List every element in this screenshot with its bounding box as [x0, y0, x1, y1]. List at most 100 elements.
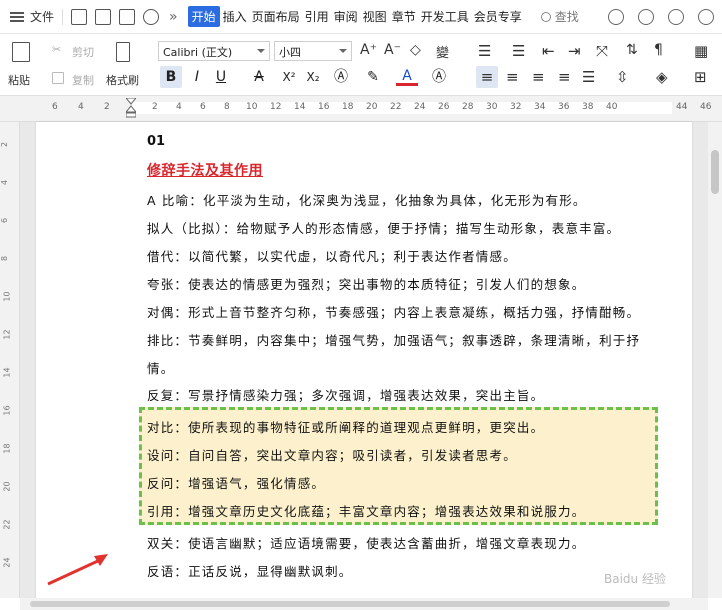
font-size-select[interactable]: 小四 [274, 41, 352, 61]
more-icon[interactable] [698, 9, 714, 25]
copy-button[interactable]: 复制 [72, 72, 94, 88]
ruler-number: 44 [676, 102, 688, 112]
pinyin-icon[interactable]: 變 [436, 42, 449, 61]
format-painter-button[interactable]: 格式刷 [106, 72, 139, 88]
format-painter-icon[interactable] [116, 42, 130, 62]
text-effect-icon[interactable]: Ⓐ [330, 66, 352, 88]
superscript-button[interactable]: X² [278, 66, 300, 88]
tab-member[interactable]: 会员专享 [472, 6, 524, 27]
save-icon[interactable] [71, 8, 88, 25]
tab-developer[interactable]: 开发工具 [419, 6, 471, 27]
user-icon[interactable] [638, 9, 654, 25]
font-color-button[interactable]: A [396, 66, 418, 86]
shading-icon[interactable]: ◈ [656, 68, 668, 86]
quick-access [71, 8, 160, 25]
justify-icon[interactable]: ≡ [558, 68, 571, 86]
vertical-ruler[interactable]: 2 4 6 8 10 12 14 16 18 20 22 24 [0, 122, 20, 598]
annotation-arrow-icon [47, 554, 108, 586]
ruler-number: 6 [200, 102, 206, 112]
menu-icon[interactable] [10, 11, 24, 22]
chinese-layout-icon[interactable]: ⤧ [596, 42, 608, 60]
clear-format-icon[interactable]: ◇ [410, 42, 421, 58]
document-canvas: 01 修辞手法及其作用 A 比喻：化平淡为生动，化深奥为浅显，化抽象为具体，化无… [20, 122, 708, 598]
align-left-icon[interactable]: ≡ [476, 66, 498, 88]
ruler-number: 18 [2, 443, 12, 454]
distribute-icon[interactable]: ☰ [582, 68, 595, 86]
ribbon-toolbar: 粘贴 剪切 复制 ✂ 格式刷 Calibri (正文) 小四 A⁺ A⁻ ◇ 變… [0, 34, 722, 96]
tab-home[interactable]: 开始 [187, 6, 220, 27]
numbered-list-icon[interactable]: ☰ [512, 42, 525, 60]
table-icon[interactable]: ▦ [694, 42, 708, 60]
underline-button[interactable]: U [210, 66, 232, 88]
cut-button[interactable]: 剪切 [72, 44, 94, 60]
highlighted-line: 设问：自问自答，突出文章内容；吸引读者，引发读者思考。 [147, 448, 517, 463]
tab-view[interactable]: 视图 [361, 6, 389, 27]
font-size-value: 小四 [279, 46, 301, 59]
ruler-number: 10 [2, 291, 12, 302]
ruler-number: 24 [414, 102, 426, 112]
tab-section[interactable]: 章节 [390, 6, 418, 27]
file-menu[interactable]: 文件 [30, 8, 54, 25]
account-icons [608, 9, 714, 25]
paste-icon[interactable] [12, 42, 30, 62]
search-box[interactable]: 查找 [540, 8, 579, 25]
shrink-font-icon[interactable]: A⁻ [384, 42, 401, 58]
open-icon[interactable] [95, 8, 112, 25]
tab-insert[interactable]: 插入 [221, 6, 249, 27]
print-icon[interactable] [119, 8, 136, 25]
ruler-number: 34 [534, 102, 546, 112]
chevron-down-icon [257, 49, 265, 53]
horizontal-ruler[interactable]: 6 4 2 2 4 6 8 10 12 14 16 18 20 22 24 26… [0, 96, 722, 122]
tab-references[interactable]: 引用 [303, 6, 331, 27]
scroll-thumb[interactable] [30, 601, 670, 607]
body-line: 夸张：使表达的情感更为强烈；突出事物的本质特征；引发人们的想象。 [147, 277, 586, 292]
bold-button[interactable]: B [160, 66, 182, 88]
search-label: 查找 [554, 10, 579, 24]
document-page[interactable]: 01 修辞手法及其作用 A 比喻：化平淡为生动，化深奥为浅显，化抽象为具体，化无… [36, 122, 692, 598]
ruler-number: 2 [0, 141, 10, 148]
indent-icon[interactable]: ⇥ [568, 42, 581, 60]
highlighted-line: 对比：使所表现的事物特征或所阐释的道理观点更鲜明，更突出。 [147, 420, 545, 435]
italic-button[interactable]: I [186, 66, 208, 88]
menu-bar: 文件 » 开始 插入 页面布局 引用 审阅 视图 章节 开发工具 会员专享 查找 [0, 0, 722, 34]
ruler-number: 18 [342, 102, 354, 112]
scissors-icon: ✂ [52, 43, 62, 56]
strikethrough-button[interactable]: A [248, 66, 270, 88]
divider [62, 8, 64, 25]
more-button[interactable]: » [169, 9, 178, 25]
show-marks-icon[interactable]: ¶ [654, 42, 663, 58]
watermark: Baidu 经验 [604, 572, 666, 586]
undo-icon[interactable] [143, 8, 160, 25]
paste-button[interactable]: 粘贴 [8, 72, 30, 88]
tab-page-layout[interactable]: 页面布局 [250, 6, 302, 27]
body-line: A 比喻：化平淡为生动，化深奥为浅显，化抽象为具体，化无形为有形。 [147, 193, 587, 208]
ruler-number: 4 [176, 102, 182, 112]
tab-review[interactable]: 审阅 [332, 6, 360, 27]
vertical-scrollbar[interactable] [708, 122, 722, 598]
align-center-icon[interactable]: ≡ [506, 68, 519, 86]
horizontal-scrollbar[interactable] [20, 598, 708, 610]
ruler-number: 14 [2, 367, 12, 378]
cloud-icon[interactable] [608, 9, 624, 25]
ruler-number: 30 [486, 102, 498, 112]
share-icon[interactable] [668, 9, 684, 25]
grow-font-icon[interactable]: A⁺ [360, 42, 377, 58]
indent-marker-icon[interactable] [126, 98, 136, 118]
font-name-value: Calibri (正文) [163, 46, 233, 59]
ruler-number: 22 [2, 519, 12, 530]
highlight-icon[interactable]: ✎ [362, 66, 384, 88]
align-right-icon[interactable]: ≡ [532, 68, 545, 86]
ruler-number: 12 [2, 329, 12, 340]
char-shading-icon[interactable]: Ⓐ [428, 66, 450, 88]
ruler-number: 14 [294, 102, 306, 112]
bullet-list-icon[interactable]: ☰ [478, 42, 491, 60]
subscript-button[interactable]: X₂ [302, 66, 324, 88]
outdent-icon[interactable]: ⇤ [542, 42, 555, 60]
scroll-thumb[interactable] [711, 150, 719, 194]
section-number: 01 [147, 134, 166, 149]
borders-icon[interactable]: ⊞ [694, 68, 707, 86]
sort-icon[interactable]: ⇅ [626, 42, 638, 58]
line-spacing-icon[interactable]: ⇳ [616, 68, 629, 86]
font-name-select[interactable]: Calibri (正文) [158, 41, 270, 61]
ruler-number: 38 [582, 102, 594, 112]
